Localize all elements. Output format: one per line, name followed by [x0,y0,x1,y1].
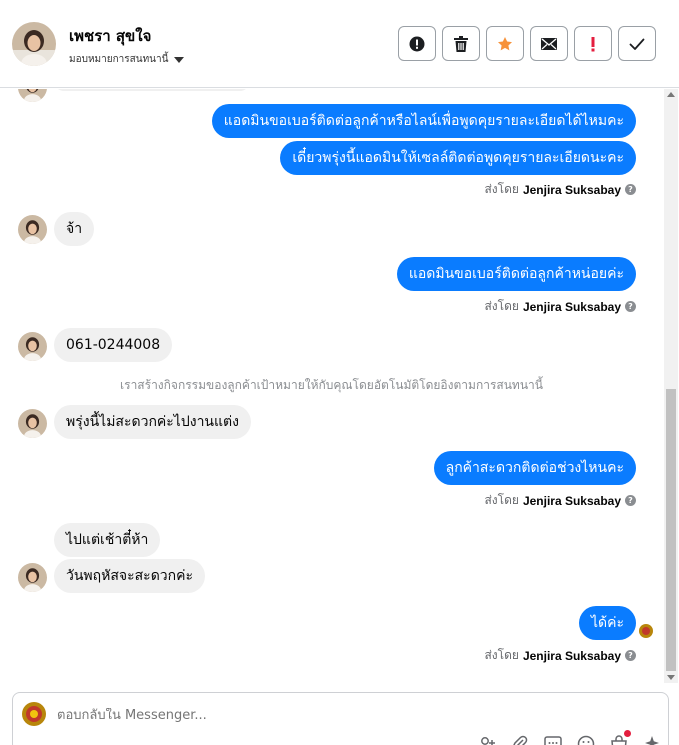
contact-avatar[interactable] [12,22,56,66]
message-thread[interactable]: แอดมินขอเบอร์ติดต่อลูกค้าหรือไลน์เพื่อพู… [0,89,663,683]
shop-icon[interactable] [609,730,631,745]
sent-by-prefix: ส่งโดย [484,299,519,313]
message-bubble-outgoing: แอดมินขอเบอร์ติดต่อลูกค้าหน่อยค่ะ [396,257,636,291]
page-logo-icon [22,702,46,726]
reply-composer [12,692,669,745]
sent-by-label: ส่งโดย Jenjira Suksabay ? [484,646,636,665]
sent-by-prefix: ส่งโดย [484,182,519,196]
message-bubble-incoming: ไปแต่เช้าตี๋ห้า [54,523,161,557]
mail-icon [541,37,557,50]
star-button[interactable] [486,26,524,61]
message-bubble-outgoing: ลูกค้าสะดวกติดต่อช่วงไหนคะ [433,451,636,485]
assign-conversation-dropdown[interactable]: มอบหมายการสนทนานี้ [69,52,185,67]
help-icon[interactable]: ? [625,301,636,312]
add-person-icon[interactable] [477,734,496,745]
attachment-icon[interactable] [510,734,529,745]
alert-circle-icon [409,36,425,51]
mark-spam-button[interactable] [574,26,612,61]
scroll-down-icon[interactable] [667,675,675,680]
message-bubble-incoming: 061-0244008 [54,328,173,362]
message-bubble-outgoing: เดี๋ยวพรุ่งนี้แอดมินให้เซลล์ติดต่อพูดคุย… [280,141,636,175]
agent-name: Jenjira Suksabay [522,648,621,663]
sent-by-label: ส่งโดย Jenjira Suksabay ? [484,491,636,510]
contact-avatar-small [18,409,47,438]
help-icon[interactable]: ? [625,495,636,506]
mark-done-button[interactable] [618,26,656,61]
system-notice: เราสร้างกิจกรรมของลูกค้าเป้าหมายให้กับคุ… [120,378,543,392]
star-icon [498,36,512,50]
email-button[interactable] [530,26,568,61]
scrollbar-thumb[interactable] [666,389,676,671]
contact-avatar-small [18,563,47,592]
agent-name: Jenjira Suksabay [522,299,621,314]
help-icon[interactable]: ? [625,650,636,661]
sent-by-prefix: ส่งโดย [484,648,519,662]
saved-replies-icon[interactable] [543,734,562,745]
contact-avatar-small [18,215,47,244]
delete-button[interactable] [442,26,480,61]
contact-name: เพชรา สุขใจ [69,27,152,45]
agent-name: Jenjira Suksabay [522,493,621,508]
notification-dot [624,730,631,737]
message-bubble-outgoing: แอดมินขอเบอร์ติดต่อลูกค้าหรือไลน์เพื่อพู… [211,104,636,138]
message-bubble-incoming: วันพฤหัสจะสะดวกค่ะ [54,559,206,593]
help-icon[interactable]: ? [625,184,636,195]
assign-label: มอบหมายการสนทนานี้ [69,54,169,65]
contact-avatar-small [18,89,47,102]
agent-name: Jenjira Suksabay [522,182,621,197]
check-icon [629,38,645,50]
conversation-header: เพชรา สุขใจ มอบหมายการสนทนานี้ [0,0,679,88]
exclamation-icon [591,36,595,51]
caret-down-icon [174,56,185,63]
composer-toolbar [477,730,661,745]
thread-scrollbar[interactable] [664,89,678,683]
message-bubble-outgoing: ได้ค่ะ [578,606,636,640]
emoji-icon[interactable] [576,734,595,745]
reply-input[interactable] [57,708,637,723]
read-receipt-icon [639,624,653,638]
sent-by-label: ส่งโดย Jenjira Suksabay ? [484,180,636,199]
sent-by-prefix: ส่งโดย [484,493,519,507]
contact-avatar-small [18,332,47,361]
sent-by-label: ส่งโดย Jenjira Suksabay ? [484,297,636,316]
message-bubble-incoming [54,89,250,91]
message-bubble-incoming: พรุ่งนี้ไม่สะดวกค่ะไปงานแต่ง [54,405,251,439]
message-bubble-incoming: จ้า [54,212,95,246]
report-button[interactable] [398,26,436,61]
sparkle-icon[interactable] [642,734,661,745]
scroll-up-icon[interactable] [667,92,675,97]
trash-icon [454,35,468,52]
conversation-actions [398,26,656,61]
